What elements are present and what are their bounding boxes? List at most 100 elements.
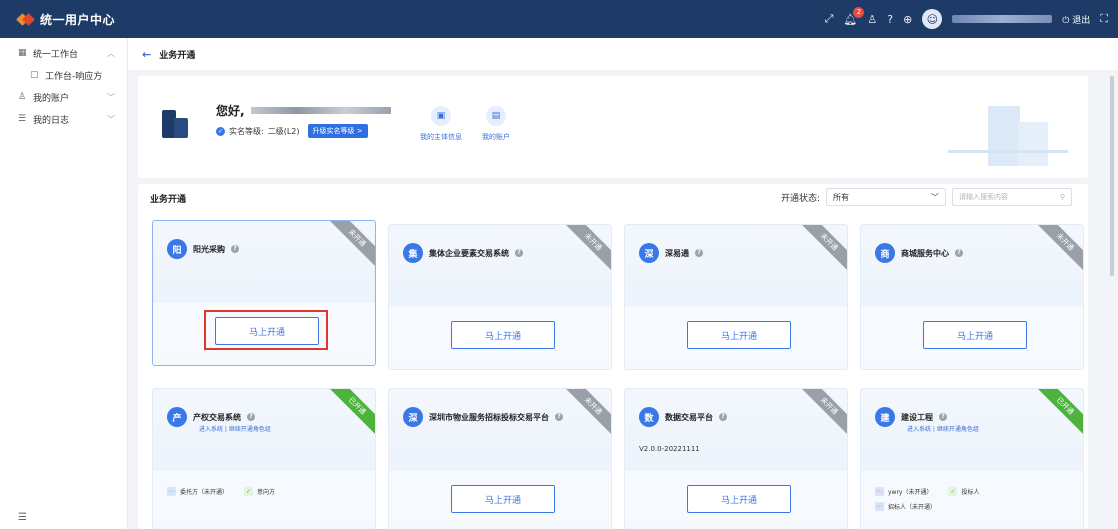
- service-card[interactable]: 已开通 建建设工程? 进入系统 | 继续开通角色组 ⋯ ywry（未开通） ✓ 投标…: [860, 388, 1084, 529]
- status-select[interactable]: 所有 ﹀: [826, 188, 946, 206]
- chevron-down-icon: ﹀: [931, 192, 939, 202]
- page-title: 业务开通: [159, 50, 196, 61]
- sidebar-item-responder[interactable]: ▢ 工作台-响应方: [0, 64, 127, 86]
- open-button[interactable]: 马上开通: [451, 321, 555, 349]
- globe-icon[interactable]: ⊕: [903, 13, 912, 26]
- top-bar: 统一用户中心 ⤢ 🔔︎ 2 ♙ ? ⊕ ☺ ⏻ 退出 ⛶: [0, 0, 1118, 38]
- collapse-menu-icon[interactable]: ☰: [18, 512, 27, 523]
- sidebar-item-label: 工作台-响应方: [45, 71, 103, 82]
- open-button[interactable]: 马上开通: [687, 485, 791, 513]
- status-select-value: 所有: [833, 192, 849, 202]
- service-card[interactable]: 未开通 深深易通? 马上开通: [624, 224, 848, 370]
- quick-entity-info[interactable]: ▣ 我的主体信息: [420, 106, 462, 142]
- role-list: ⋯ ywry（未开通） ✓ 投标人 ⋯ 招标人（未开通）: [875, 487, 980, 517]
- search-input[interactable]: 请输入搜索内容 ⚲: [952, 188, 1072, 206]
- user-settings-icon[interactable]: ♙: [867, 13, 877, 26]
- sidebar-item-workbench[interactable]: ▦ 统一工作台 ︿: [0, 42, 127, 64]
- help-icon[interactable]: ?: [515, 249, 523, 257]
- open-button[interactable]: 马上开通: [687, 321, 791, 349]
- role-item: ⋯ 招标人（未开通）: [875, 502, 980, 511]
- system-links[interactable]: 进入系统 | 继续开通角色组: [199, 424, 271, 433]
- username-redacted[interactable]: [952, 15, 1053, 23]
- help-icon[interactable]: ?: [247, 413, 255, 421]
- help-icon[interactable]: ?: [695, 249, 703, 257]
- service-card[interactable]: 未开通 数数据交易平台? V2.0.0-20221111 马上开通: [624, 388, 848, 529]
- shield-icon: ✓: [216, 126, 225, 136]
- chevron-up-icon: ︿: [107, 48, 115, 58]
- service-card[interactable]: 未开通 集集体企业要素交易系统? 马上开通: [388, 224, 612, 370]
- open-button[interactable]: 马上开通: [923, 321, 1027, 349]
- role-label: 委托方（未开通）: [180, 489, 229, 496]
- system-links[interactable]: 进入系统 | 继续开通角色组: [907, 424, 979, 433]
- search-placeholder: 请输入搜索内容: [959, 193, 1008, 201]
- status-ribbon: 已开通: [323, 389, 375, 440]
- open-button[interactable]: 马上开通: [451, 485, 555, 513]
- service-card[interactable]: 已开通 产产权交易系统? 进入系统 | 继续开通角色组 ⋯ 委托方（未开通） ✓ 意…: [152, 388, 376, 529]
- service-title: 阳光采购: [193, 244, 225, 254]
- help-icon[interactable]: ?: [939, 413, 947, 421]
- service-title: 建设工程: [901, 412, 933, 422]
- notification-badge: 2: [853, 6, 865, 18]
- cert-level-value: 二级(L2): [267, 126, 300, 136]
- expand-icon[interactable]: ⛶: [1100, 12, 1108, 26]
- chevron-down-icon: ﹀: [107, 114, 115, 124]
- bell-icon[interactable]: 🔔︎ 2: [843, 6, 865, 26]
- help-icon[interactable]: ?: [719, 413, 727, 421]
- help-icon[interactable]: ?: [231, 245, 239, 253]
- service-icon: 商: [875, 243, 895, 263]
- help-icon[interactable]: ?: [555, 413, 563, 421]
- buildings-illustration: [948, 98, 1068, 168]
- role-item: ✓ 意向方: [244, 487, 275, 496]
- quick-my-account[interactable]: ▤ 我的账户: [482, 106, 510, 142]
- scrollbar[interactable]: [1110, 76, 1114, 276]
- help-icon[interactable]: ?: [955, 249, 963, 257]
- upgrade-cert-button[interactable]: 升级实名等级 >: [307, 124, 368, 138]
- service-title: 集体企业要素交易系统: [429, 248, 509, 258]
- service-card[interactable]: 未开通 商商城服务中心? 马上开通: [860, 224, 1084, 370]
- check-icon: ✓: [948, 487, 958, 496]
- doc-icon: ▢: [30, 70, 39, 80]
- service-card[interactable]: 未开通 深深圳市物业服务招标投标交易平台? 马上开通: [388, 388, 612, 529]
- sidebar-item-label: 统一工作台: [33, 49, 79, 60]
- status-ribbon: 未开通: [559, 225, 611, 276]
- role-item: ⋯ ywry（未开通）: [875, 487, 932, 496]
- service-icon: 集: [403, 243, 423, 263]
- help-icon[interactable]: ?: [887, 13, 893, 26]
- sidebar-item-label: 我的日志: [33, 115, 70, 126]
- search-icon: ⚲: [1059, 193, 1065, 201]
- app-logo[interactable]: 统一用户中心: [16, 11, 115, 28]
- welcome-panel: 您好, ✓ 实名等级: 二级(L2) 升级实名等级 > ▣ 我的主体信息 ▤ 我…: [138, 76, 1088, 178]
- fullscreen-icon[interactable]: ⤢: [825, 12, 834, 26]
- sidebar-item-label: 我的账户: [33, 93, 70, 104]
- service-icon: 深: [639, 243, 659, 263]
- role-label: 投标人: [961, 489, 980, 496]
- quick-label: 我的账户: [482, 133, 510, 141]
- status-ribbon: 未开通: [795, 225, 847, 276]
- service-card[interactable]: 未开通 阳阳光采购? 马上开通: [152, 220, 376, 366]
- service-title: 数据交易平台: [665, 412, 713, 422]
- avatar[interactable]: ☺: [922, 9, 943, 29]
- status-ribbon: 未开通: [559, 389, 611, 440]
- username-redacted: [250, 107, 391, 114]
- service-title: 深圳市物业服务招标投标交易平台: [429, 412, 549, 422]
- pending-icon: ⋯: [875, 502, 884, 511]
- cert-level: ✓ 实名等级: 二级(L2) 升级实名等级 >: [216, 124, 368, 138]
- status-ribbon: 已开通: [1031, 389, 1083, 440]
- sidebar-item-logs[interactable]: ☰ 我的日志 ﹀: [0, 108, 127, 130]
- service-title: 产权交易系统: [193, 412, 241, 422]
- greeting: 您好,: [216, 102, 391, 119]
- breadcrumb: ← 业务开通: [128, 38, 1118, 70]
- check-icon: ✓: [244, 487, 254, 496]
- status-ribbon: 未开通: [323, 221, 375, 272]
- service-icon: 数: [639, 407, 659, 427]
- id-card-icon: ▣: [431, 106, 451, 126]
- business-title: 业务开通: [150, 194, 187, 205]
- highlight-box: [204, 310, 328, 350]
- filter-label: 开通状态:: [780, 193, 820, 204]
- quick-label: 我的主体信息: [420, 133, 462, 141]
- account-icon: ▤: [486, 106, 506, 126]
- sidebar-item-account[interactable]: ♙ 我的账户 ﹀: [0, 86, 127, 108]
- back-arrow-icon[interactable]: ←: [142, 48, 151, 61]
- role-item: ⋯ 委托方（未开通）: [167, 487, 228, 496]
- logout-button[interactable]: ⏻ 退出: [1062, 13, 1090, 26]
